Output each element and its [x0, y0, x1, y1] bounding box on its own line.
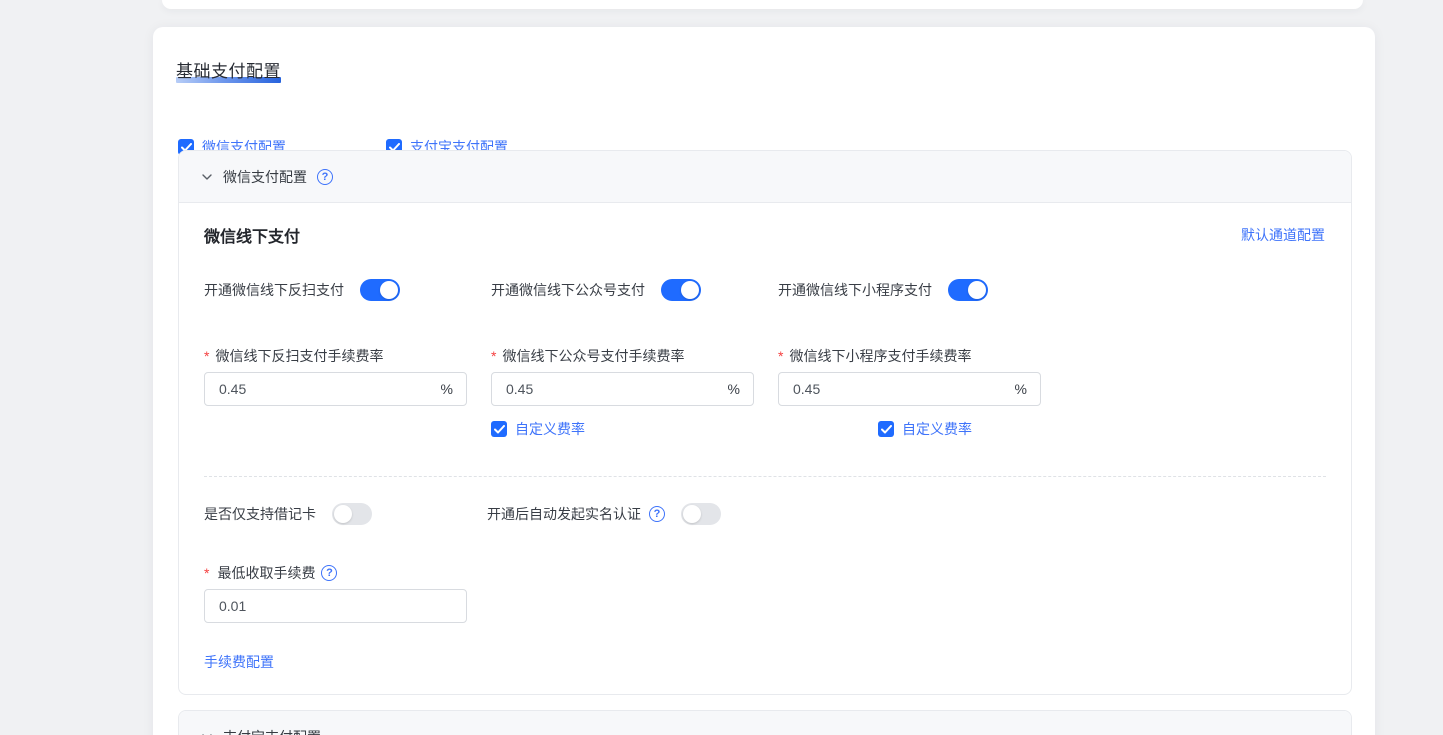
auto-realname-toggle[interactable]	[681, 503, 721, 525]
question-circle-icon[interactable]: ?	[321, 565, 337, 581]
reverse-scan-pay-toggle-row: 开通微信线下反扫支付	[204, 279, 400, 301]
alipay-panel-title: 支付宝支付配置	[223, 727, 321, 735]
default-channel-config-link[interactable]: 默认通道配置	[1241, 225, 1325, 245]
required-asterisk: *	[204, 565, 209, 581]
previous-card-bottom-fragment	[162, 0, 1363, 9]
chevron-down-icon[interactable]	[201, 731, 213, 735]
percent-suffix: %	[728, 381, 753, 397]
wechat-panel-body: 微信线下支付 默认通道配置 开通微信线下反扫支付 开通微信线下公众号支付 开通微…	[179, 203, 1351, 695]
min-fee-label-row: * 最低收取手续费 ?	[204, 563, 337, 583]
official-account-custom-rate-checkbox[interactable]: 自定义费率	[491, 419, 585, 439]
custom-rate-checkbox-label: 自定义费率	[515, 419, 585, 439]
official-account-rate-label: * 微信线下公众号支付手续费率	[491, 346, 684, 366]
mini-program-rate-input[interactable]	[779, 381, 1015, 397]
offline-pay-section-title: 微信线下支付	[204, 223, 300, 247]
toggle-knob	[380, 281, 398, 299]
toggle-knob	[334, 505, 352, 523]
page-title: 基础支付配置	[176, 57, 281, 82]
offline-pay-section-row: 微信线下支付 默认通道配置	[204, 223, 1325, 247]
basic-payment-config-card: 基础支付配置 微信支付配置 支付宝支付配置 微信支付配置 ? 微信	[153, 27, 1375, 735]
reverse-scan-pay-toggle-label: 开通微信线下反扫支付	[204, 280, 344, 300]
auto-realname-toggle-label: 开通后自动发起实名认证	[487, 504, 641, 524]
toggle-knob	[683, 505, 701, 523]
official-account-pay-toggle-label: 开通微信线下公众号支付	[491, 280, 645, 300]
custom-rate-checkbox-label: 自定义费率	[902, 419, 972, 439]
alipay-config-panel: 支付宝支付配置	[178, 710, 1352, 735]
percent-suffix: %	[1015, 381, 1040, 397]
official-account-pay-toggle[interactable]	[661, 279, 701, 301]
required-asterisk: *	[778, 348, 783, 364]
percent-suffix: %	[441, 381, 466, 397]
debit-card-only-toggle-row: 是否仅支持借记卡	[204, 503, 372, 525]
required-asterisk: *	[204, 348, 209, 364]
official-account-rate-input[interactable]	[492, 381, 728, 397]
min-fee-label: 最低收取手续费	[217, 563, 315, 583]
min-fee-input[interactable]	[205, 598, 466, 614]
mini-program-custom-rate-checkbox[interactable]: 自定义费率	[878, 419, 972, 439]
mini-program-rate-label: * 微信线下小程序支付手续费率	[778, 346, 971, 366]
toggle-knob	[968, 281, 986, 299]
checkbox-checked-icon[interactable]	[878, 421, 894, 437]
wechat-pay-config-panel: 微信支付配置 ? 微信线下支付 默认通道配置 开通微信线下反扫支付 开通微信线下…	[178, 150, 1352, 695]
auto-realname-label-wrap: 开通后自动发起实名认证 ?	[487, 504, 665, 524]
question-circle-icon[interactable]: ?	[317, 169, 333, 185]
field-label-text: 微信线下公众号支付手续费率	[502, 346, 684, 366]
auto-realname-toggle-row: 开通后自动发起实名认证 ?	[487, 503, 721, 525]
wechat-panel-header[interactable]: 微信支付配置 ?	[179, 151, 1351, 203]
reverse-scan-rate-label: * 微信线下反扫支付手续费率	[204, 346, 383, 366]
official-account-rate-input-wrap: %	[491, 372, 754, 406]
alipay-panel-header[interactable]: 支付宝支付配置	[179, 711, 1351, 735]
wechat-panel-title: 微信支付配置	[223, 167, 307, 187]
reverse-scan-rate-input[interactable]	[205, 381, 441, 397]
official-account-pay-toggle-row: 开通微信线下公众号支付	[491, 279, 701, 301]
mini-program-pay-toggle[interactable]	[948, 279, 988, 301]
field-label-text: 微信线下反扫支付手续费率	[215, 346, 383, 366]
min-fee-input-wrap	[204, 589, 467, 623]
mini-program-pay-toggle-row: 开通微信线下小程序支付	[778, 279, 988, 301]
toggle-knob	[681, 281, 699, 299]
page-title-wrap: 基础支付配置	[176, 57, 281, 83]
reverse-scan-rate-input-wrap: %	[204, 372, 467, 406]
debit-card-only-toggle-label: 是否仅支持借记卡	[204, 504, 316, 524]
dashed-divider	[204, 476, 1326, 477]
debit-card-only-toggle[interactable]	[332, 503, 372, 525]
chevron-down-icon[interactable]	[201, 171, 213, 183]
mini-program-rate-input-wrap: %	[778, 372, 1041, 406]
reverse-scan-pay-toggle[interactable]	[360, 279, 400, 301]
checkbox-checked-icon[interactable]	[491, 421, 507, 437]
fee-config-link[interactable]: 手续费配置	[204, 652, 274, 672]
mini-program-pay-toggle-label: 开通微信线下小程序支付	[778, 280, 932, 300]
required-asterisk: *	[491, 348, 496, 364]
field-label-text: 微信线下小程序支付手续费率	[789, 346, 971, 366]
question-circle-icon[interactable]: ?	[649, 506, 665, 522]
